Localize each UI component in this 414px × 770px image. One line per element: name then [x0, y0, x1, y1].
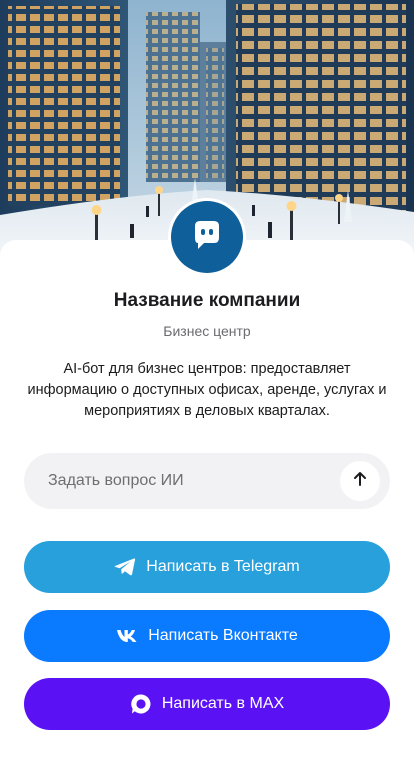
vk-icon — [116, 625, 138, 647]
arrow-up-icon — [351, 470, 369, 493]
telegram-button-label: Написать в Telegram — [146, 558, 300, 575]
write-max-button[interactable]: Написать в MAX — [24, 678, 390, 730]
write-telegram-button[interactable]: Написать в Telegram — [24, 541, 390, 593]
avatar — [171, 201, 243, 273]
avatar-ring — [168, 198, 246, 276]
company-name: Название компании — [113, 290, 301, 311]
max-button-label: Написать в MAX — [161, 695, 285, 712]
ask-ai-box — [24, 453, 390, 509]
company-type: Бизнес центр — [163, 323, 251, 339]
app-screen: Название компании Бизнес центр AI-бот дл… — [0, 0, 414, 770]
telegram-icon — [114, 556, 136, 578]
ask-ai-input[interactable] — [48, 453, 338, 509]
company-description: AI-бот для бизнес центров: предоставляет… — [27, 361, 387, 419]
vk-button-label: Написать Вконтакте — [148, 627, 298, 644]
write-vk-button[interactable]: Написать Вконтакте — [24, 610, 390, 662]
send-button[interactable] — [340, 461, 380, 501]
chat-bot-icon — [188, 216, 226, 259]
max-icon — [130, 693, 152, 715]
